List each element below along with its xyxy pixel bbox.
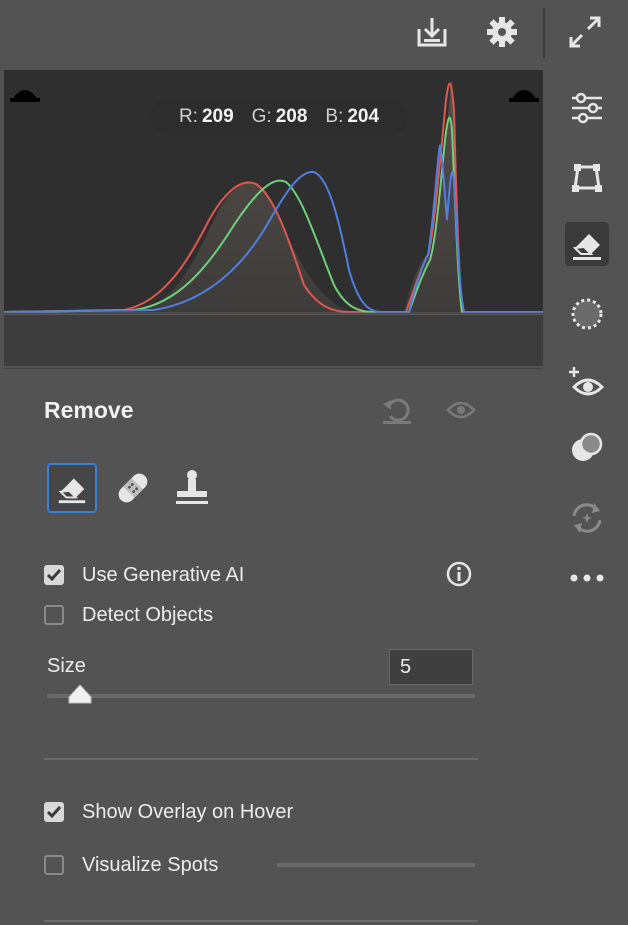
reset-button[interactable] [380, 393, 414, 427]
expand-icon [569, 16, 601, 48]
crop-icon [572, 164, 602, 192]
settings-button[interactable] [482, 12, 522, 52]
export-icon [417, 18, 447, 47]
checkmark-icon [46, 806, 62, 819]
show-overlay-label: Show Overlay on Hover [82, 800, 294, 823]
clone-tool-button[interactable] [167, 463, 217, 513]
histogram: R: 209 G: 208 B: 204 [4, 70, 543, 366]
gear-icon [487, 17, 517, 47]
heal-tool-button[interactable] [108, 463, 158, 513]
visualize-spots-label: Visualize Spots [82, 853, 219, 876]
detect-objects-label: Detect Objects [82, 603, 214, 626]
blue-readout: B: 204 [325, 106, 380, 127]
eye-icon [446, 401, 476, 419]
presets-icon [572, 432, 603, 461]
fullscreen-button[interactable] [565, 12, 605, 52]
right-tool-rail [545, 70, 628, 924]
rail-versions-button[interactable] [565, 496, 609, 540]
remove-tool-button[interactable] [47, 463, 97, 513]
rail-presets-button[interactable] [565, 426, 609, 470]
show-overlay-checkbox[interactable] [44, 802, 64, 822]
more-icon [570, 574, 604, 582]
rail-remove-button[interactable] [565, 222, 609, 266]
show-overlay-row[interactable]: Show Overlay on Hover [44, 797, 293, 827]
section-divider [44, 758, 478, 760]
undo-icon [383, 398, 411, 424]
use-generative-ai-label: Use Generative AI [82, 563, 245, 586]
section-divider [44, 920, 478, 922]
use-generative-ai-row[interactable]: Use Generative AI [44, 560, 244, 590]
top-toolbar [0, 0, 628, 70]
bandage-icon [118, 473, 148, 503]
checkmark-icon [46, 569, 62, 582]
rail-more-button[interactable] [565, 556, 609, 600]
detect-objects-checkbox[interactable] [44, 605, 64, 625]
red-readout: R: 209 [178, 106, 234, 127]
masking-icon [571, 298, 603, 330]
generative-ai-info-button[interactable] [445, 560, 473, 588]
export-button[interactable] [412, 12, 452, 52]
stamp-icon [176, 470, 208, 504]
rail-red-eye-button[interactable] [565, 360, 609, 404]
eraser-icon [58, 478, 86, 504]
eraser-icon [572, 234, 601, 260]
rail-crop-button[interactable] [565, 156, 609, 200]
size-slider-thumb[interactable] [67, 683, 93, 705]
green-readout: G: 208 [251, 106, 308, 127]
info-icon [446, 561, 472, 587]
size-input[interactable] [389, 649, 473, 685]
rail-edit-button[interactable] [565, 86, 609, 130]
visualize-spots-checkbox[interactable] [44, 855, 64, 875]
toggle-visibility-button[interactable] [444, 393, 478, 427]
histogram-info-strip [4, 314, 543, 366]
panel-title: Remove [44, 397, 134, 423]
toolbar-divider [543, 8, 545, 58]
rail-masking-button[interactable] [565, 292, 609, 336]
versions-icon [572, 503, 602, 533]
rgb-readout: R: 209 G: 208 B: 204 [150, 98, 408, 136]
detect-objects-row[interactable]: Detect Objects [44, 600, 213, 630]
visualize-spots-row[interactable]: Visualize Spots [44, 850, 218, 880]
size-slider[interactable] [47, 684, 475, 704]
size-label: Size [47, 655, 86, 677]
adjust-sliders-icon [572, 92, 602, 124]
red-eye-icon [569, 367, 605, 396]
visualize-spots-slider[interactable] [277, 863, 475, 867]
remove-panel: Remove Use Generative AI Detect Objects … [4, 368, 543, 925]
use-generative-ai-checkbox[interactable] [44, 565, 64, 585]
